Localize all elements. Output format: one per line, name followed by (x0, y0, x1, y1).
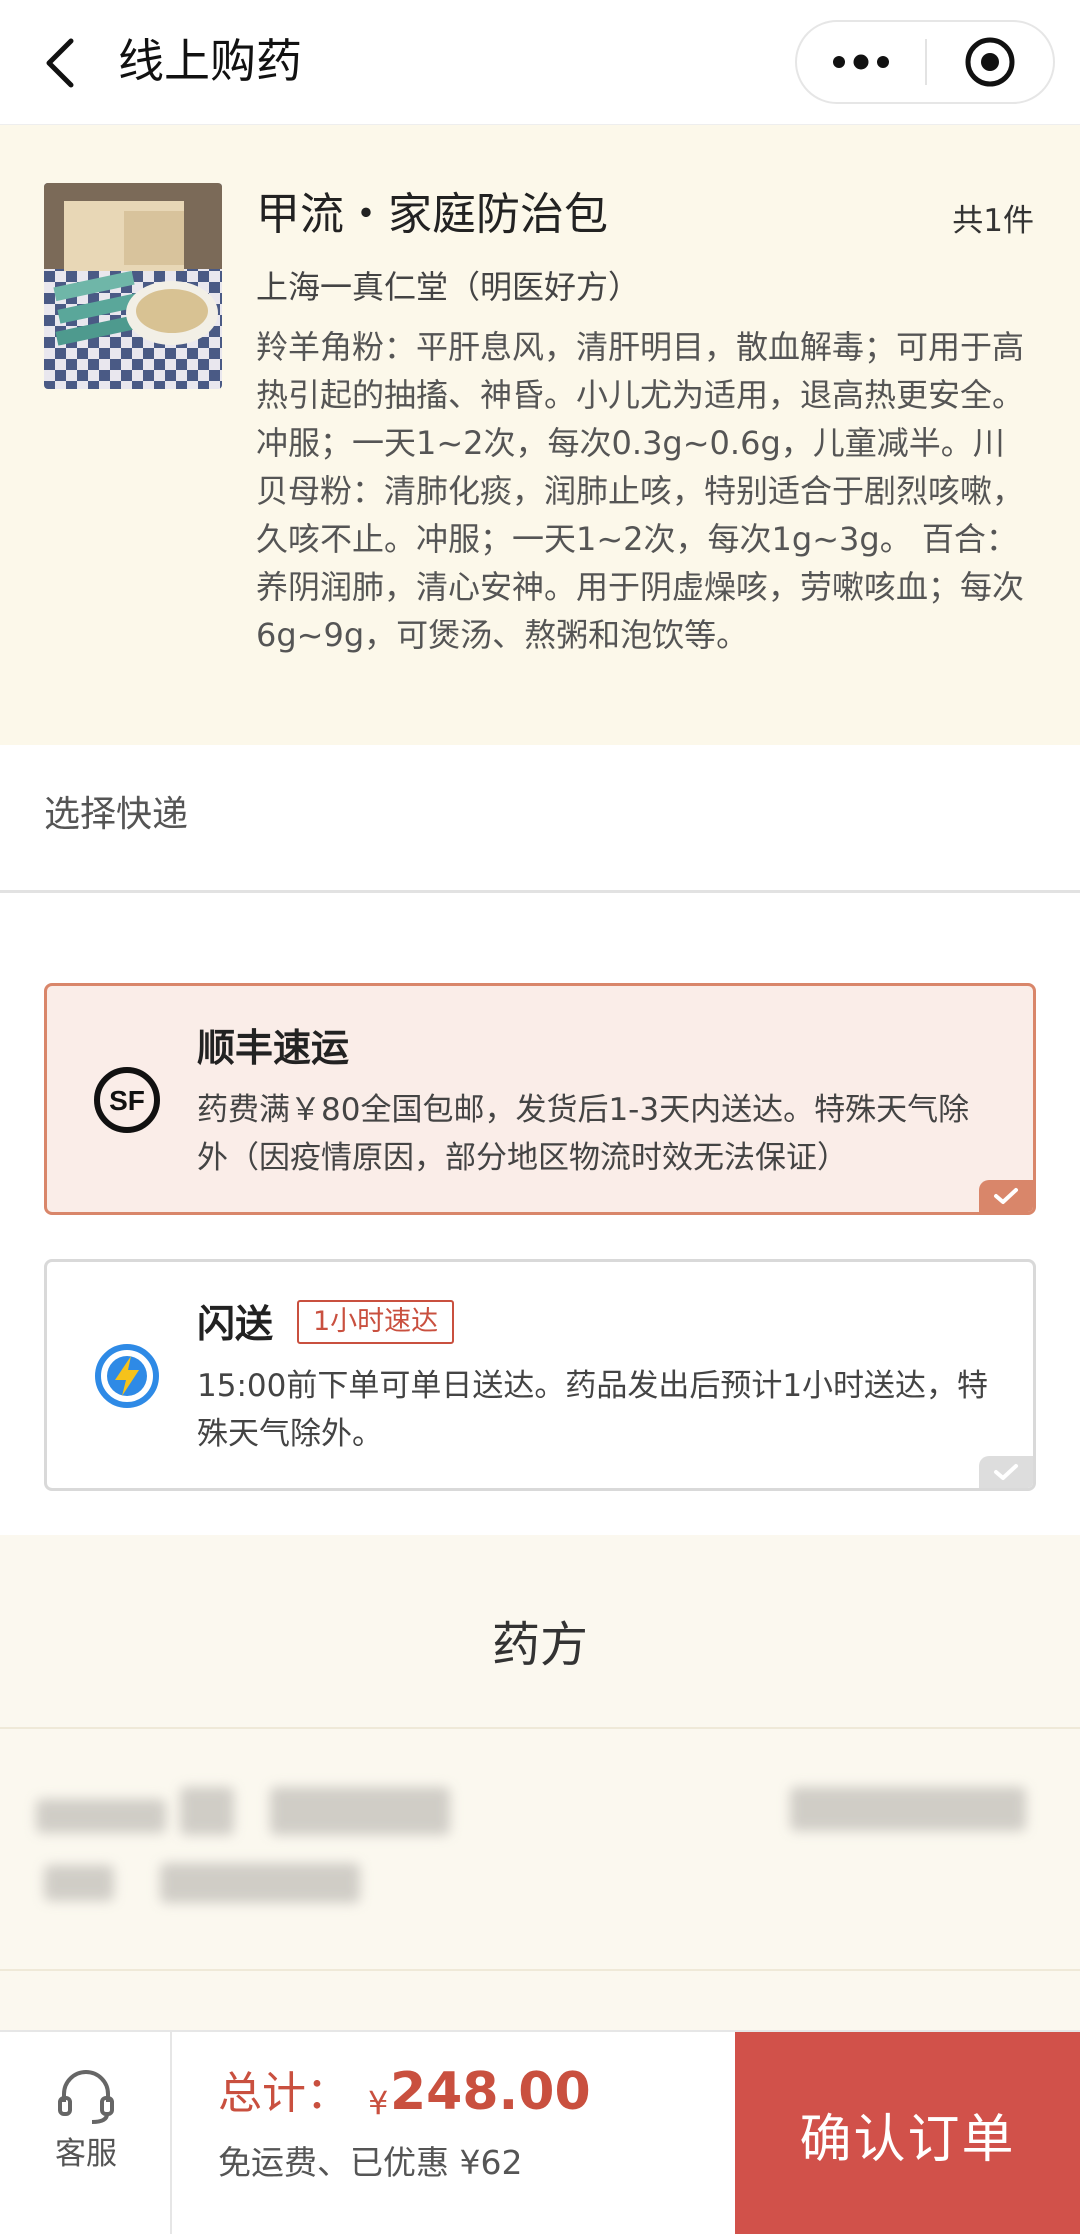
total-currency: ¥ (368, 2084, 389, 2122)
more-dots-icon (833, 54, 889, 70)
express-option-sf[interactable]: SF 顺丰速运 药费满￥80全国包邮，发货后1-3天内送达。特殊天气除外（因疫情… (44, 983, 1036, 1215)
confirm-order-button[interactable]: 确认订单 (735, 2032, 1080, 2234)
mini-program-capsule (795, 20, 1055, 104)
page-title: 线上购药 (118, 34, 302, 88)
top-nav-bar: 线上购药 (0, 0, 1080, 125)
product-card: 甲流・家庭防治包 共1件 上海一真仁堂（明医好方） 羚羊角粉：平肝息风，清肝明目… (0, 125, 1080, 745)
unselected-check-icon (979, 1456, 1033, 1488)
prescription-title: 药方 (491, 1617, 588, 1673)
lightning-icon (95, 1344, 159, 1408)
back-button[interactable] (36, 28, 86, 98)
product-count: 共1件 (952, 203, 1034, 239)
product-description: 羚羊角粉：平肝息风，清肝明目，散血解毒；可用于高热引起的抽搐、神昏。小儿尤为适用… (256, 328, 1025, 654)
selected-check-icon (979, 1180, 1033, 1212)
total-label: 总计： (218, 2068, 350, 2119)
prescription-divider (0, 1727, 1080, 1729)
headset-icon (58, 2070, 114, 2124)
express-option-title: 顺丰速运 (197, 1026, 350, 1070)
redacted-text (270, 1787, 450, 1835)
section-divider (0, 890, 1080, 893)
redacted-text (180, 1787, 234, 1835)
customer-service-label: 客服 (55, 2136, 117, 2172)
express-speed-badge: 1小时速达 (297, 1300, 455, 1344)
product-image (44, 183, 222, 389)
redacted-text (160, 1863, 360, 1903)
customer-service-button[interactable]: 客服 (0, 2032, 172, 2234)
chevron-left-icon (46, 38, 74, 88)
express-option-title: 闪送 (197, 1302, 274, 1346)
prescription-divider (0, 1969, 1080, 1971)
redacted-text (44, 1865, 114, 1901)
more-button[interactable] (797, 22, 925, 102)
redacted-text (36, 1799, 166, 1833)
shipping-discount-note: 免运费、已优惠 ¥62 (218, 2143, 523, 2182)
express-option-description: 15:00前下单可单日送达。药品发出后预计1小时送达，特殊天气除外。 (197, 1368, 989, 1452)
express-option-description: 药费满￥80全国包邮，发货后1-3天内送达。特殊天气除外（因疫情原因，部分地区物… (197, 1092, 970, 1176)
bottom-action-bar: 客服 总计： ¥ 248.00 免运费、已优惠 ¥62 确认订单 (0, 2030, 1080, 2234)
sf-express-icon: SF (94, 1067, 160, 1133)
close-button[interactable] (927, 22, 1053, 102)
svg-text:SF: SF (109, 1085, 145, 1116)
product-maker: 上海一真仁堂（明医好方） (256, 268, 641, 306)
product-name: 甲流・家庭防治包 (256, 189, 608, 240)
express-section-label: 选择快递 (44, 794, 189, 835)
express-option-shansong[interactable]: 闪送 1小时速达 15:00前下单可单日送达。药品发出后预计1小时送达，特殊天气… (44, 1259, 1036, 1491)
total-amount: 248.00 (390, 2062, 591, 2122)
target-close-icon (965, 37, 1015, 87)
redacted-text (790, 1787, 1026, 1831)
prescription-section: 药方 (0, 1535, 1080, 2035)
